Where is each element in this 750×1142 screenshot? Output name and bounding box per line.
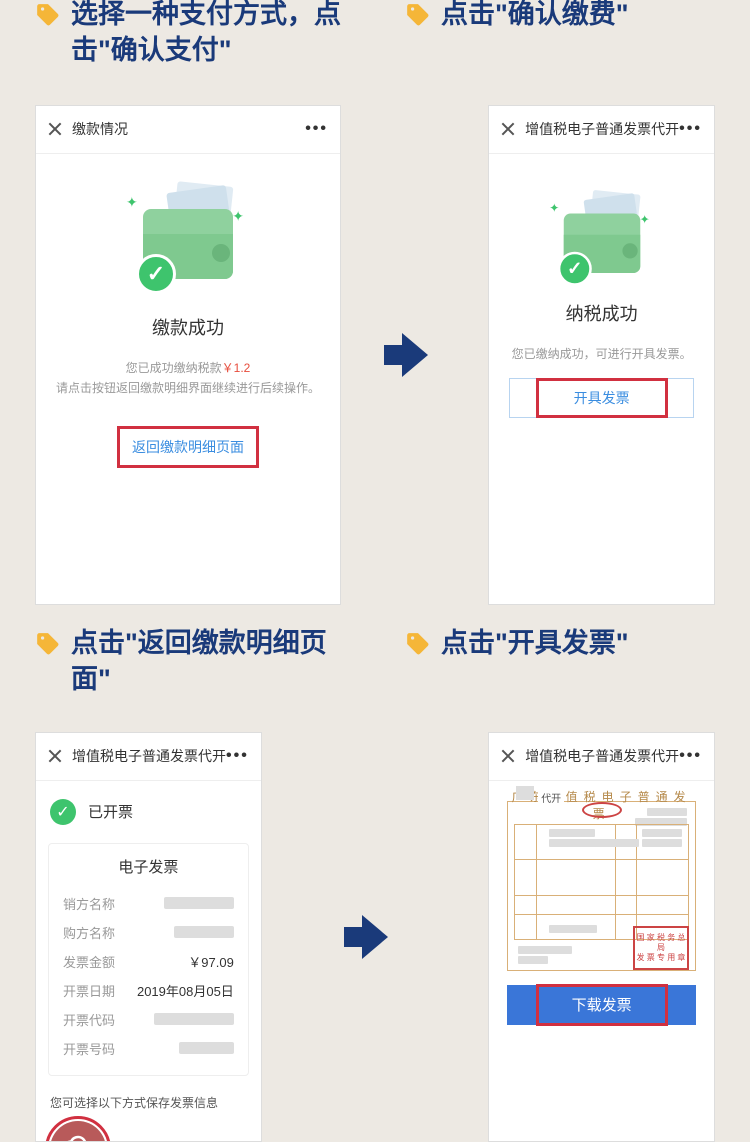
screen-title: 增值税电子普通发票代开 <box>72 746 226 766</box>
return-detail-button[interactable]: 返回缴款明细页面 <box>118 427 258 467</box>
close-icon[interactable] <box>501 122 515 136</box>
screen-title: 增值税电子普通发票代开 <box>525 119 679 139</box>
more-icon[interactable]: ••• <box>679 120 702 138</box>
more-icon[interactable]: ••• <box>226 747 249 765</box>
tag-icon <box>405 2 431 33</box>
tax-seal: 国 家 税 务 总 局 发 票 专 用 章 <box>633 926 689 970</box>
close-icon[interactable] <box>48 749 62 763</box>
step-caption: 点击"确认缴费" <box>441 0 629 32</box>
success-subtext: 您已成功缴纳税款￥1.2 <box>36 358 340 378</box>
invoice-date: 2019年08月05日 <box>137 981 234 1000</box>
invoice-amount: ￥97.09 <box>188 952 234 971</box>
arrow-right-icon <box>391 333 439 377</box>
arrow-right-icon <box>351 915 399 959</box>
save-hint: 您可选择以下方式保存发票信息 <box>36 1084 261 1119</box>
phone-screenshot: 缴款情况 ••• ✦ ✦ ✓ 缴款成功 您已成功缴纳税款￥1.2 请点击按钮返回… <box>35 105 341 605</box>
download-invoice-button[interactable]: 下载发票 <box>507 985 696 1025</box>
tag-icon <box>405 631 431 662</box>
download-icon[interactable] <box>50 1121 106 1142</box>
check-icon: ✓ <box>50 799 76 825</box>
more-icon[interactable]: ••• <box>679 747 702 765</box>
step-caption: 点击"开具发票" <box>441 625 629 661</box>
invoice-card: 电子发票 销方名称 购方名称 发票金额￥97.09 开票日期2019年08月05… <box>48 843 249 1076</box>
wallet-success-icon: ✦ ✦ ✓ <box>551 192 653 286</box>
phone-screenshot: 增值税电子普通发票代开 ••• 广东增值税电子普通发票 代开 <box>488 732 715 1142</box>
screen-title: 增值税电子普通发票代开 <box>525 746 679 766</box>
success-title: 纳税成功 <box>489 300 714 326</box>
close-icon[interactable] <box>48 122 62 136</box>
more-icon[interactable]: ••• <box>305 120 328 138</box>
wallet-success-icon: ✦ ✦ ✓ <box>128 184 248 294</box>
status-badge: 已开票 <box>88 801 133 822</box>
invoice-preview: 广东增值税电子普通发票 代开 国 家 税 务 总 <box>507 801 696 971</box>
success-subtext: 您已缴纳成功，可进行开具发票。 <box>489 344 714 364</box>
step-caption: 选择一种支付方式，点击"确认支付" <box>71 0 345 69</box>
phone-screenshot: 增值税电子普通发票代开 ••• ✓ 已开票 电子发票 销方名称 购方名称 发票金… <box>35 732 262 1142</box>
card-title: 电子发票 <box>63 856 234 877</box>
screen-title: 缴款情况 <box>72 119 128 139</box>
phone-screenshot: 增值税电子普通发票代开 ••• ✦ ✦ ✓ 纳税成功 您已缴纳成功，可进行开具发… <box>488 105 715 605</box>
tag-icon <box>35 631 61 662</box>
step-caption: 点击"返回缴款明细页面" <box>71 625 345 698</box>
issue-invoice-button[interactable]: 开具发票 <box>509 378 694 418</box>
success-subtext-2: 请点击按钮返回缴款明细界面继续进行后续操作。 <box>36 378 340 398</box>
close-icon[interactable] <box>501 749 515 763</box>
success-title: 缴款成功 <box>36 314 340 340</box>
tag-icon <box>35 2 61 33</box>
